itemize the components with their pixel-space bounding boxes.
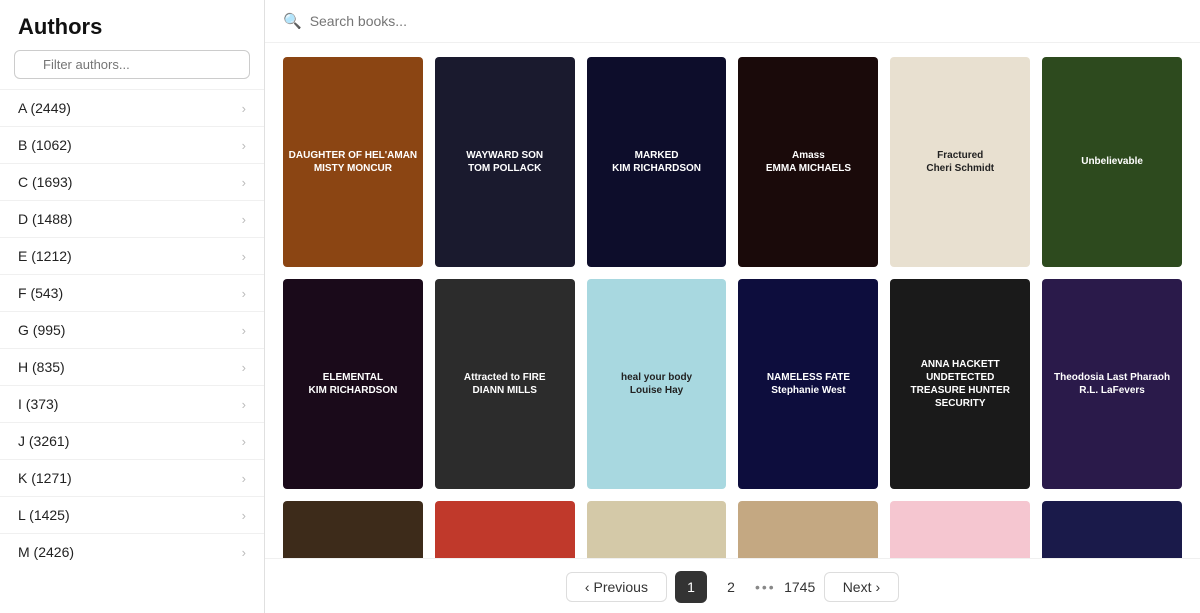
book-cover[interactable]: ELEMENTAL KIM RICHARDSON [283,279,423,489]
author-label: J (3261) [18,433,69,449]
page-last[interactable]: 1745 [784,571,816,603]
author-label: C (1693) [18,174,72,190]
author-label: F (543) [18,285,63,301]
book-cover[interactable]: DAUGHTER OF HEL'AMAN MISTY MONCUR [283,57,423,267]
sidebar-item-m[interactable]: M (2426) › [0,533,264,570]
author-label: G (995) [18,322,65,338]
books-grid: DAUGHTER OF HEL'AMAN MISTY MONCURWAYWARD… [283,57,1182,558]
sidebar-item-l[interactable]: L (1425) › [0,496,264,533]
previous-label: Previous [594,579,648,595]
author-label: I (373) [18,396,58,412]
book-title [587,501,727,558]
book-title: WAYWARD SON TOM POLLACK [435,57,575,267]
page-dots: ••• [755,579,776,595]
chevron-right-icon: › [875,579,880,595]
book-cover[interactable]: Attracted to FIRE DIANN MILLS [435,279,575,489]
sidebar-item-k[interactable]: K (1271) › [0,459,264,496]
book-title: Fractured Cheri Schmidt [890,57,1030,267]
author-label: E (1212) [18,248,72,264]
book-cover[interactable]: Sweet Addiction [890,501,1030,558]
author-label: D (1488) [18,211,72,227]
sidebar-item-e[interactable]: E (1212) › [0,237,264,274]
next-button[interactable]: Next › [824,572,899,602]
book-cover[interactable]: NAMELESS FATE Stephanie West [738,279,878,489]
book-title: MARKED KIM RICHARDSON [587,57,727,267]
chevron-right-icon: › [242,545,246,560]
chevron-right-icon: › [242,323,246,338]
chevron-right-icon: › [242,286,246,301]
book-title: ARAFEL'S SAGA [283,501,423,558]
books-area: DAUGHTER OF HEL'AMAN MISTY MONCURWAYWARD… [265,43,1200,558]
sidebar-item-a[interactable]: A (2449) › [0,89,264,126]
book-cover[interactable] [738,501,878,558]
search-icon: 🔍 [283,12,302,30]
chevron-right-icon: › [242,434,246,449]
pagination: ‹ Previous 1 2 ••• 1745 Next › [265,558,1200,613]
book-cover[interactable]: MARKED KIM RICHARDSON [587,57,727,267]
book-cover[interactable]: To Hold Infinity JOHN MEANEY [1042,501,1182,558]
chevron-right-icon: › [242,397,246,412]
sidebar-item-i[interactable]: I (373) › [0,385,264,422]
chevron-left-icon: ‹ [585,579,590,595]
book-cover[interactable]: ANNA HACKETT UNDETECTED TREASURE HUNTER … [890,279,1030,489]
search-input[interactable] [310,13,1182,29]
book-cover[interactable]: Amass EMMA MICHAELS [738,57,878,267]
book-title [435,501,575,558]
author-label: B (1062) [18,137,72,153]
book-cover[interactable] [435,501,575,558]
chevron-right-icon: › [242,471,246,486]
book-title: Amass EMMA MICHAELS [738,57,878,267]
book-title: Theodosia Last Pharaoh R.L. LaFevers [1042,279,1182,489]
chevron-right-icon: › [242,138,246,153]
chevron-right-icon: › [242,360,246,375]
chevron-right-icon: › [242,175,246,190]
book-cover[interactable]: ARAFEL'S SAGA [283,501,423,558]
chevron-right-icon: › [242,101,246,116]
book-title: Unbelievable [1042,57,1182,267]
author-label: L (1425) [18,507,70,523]
filter-input-wrap: ⚡ [0,50,264,89]
book-cover[interactable]: Fractured Cheri Schmidt [890,57,1030,267]
sidebar: Authors ⚡ A (2449)›B (1062)›C (1693)›D (… [0,0,265,613]
book-title: DAUGHTER OF HEL'AMAN MISTY MONCUR [283,57,423,267]
search-bar: 🔍 [265,0,1200,43]
author-label: A (2449) [18,100,71,116]
sidebar-item-c[interactable]: C (1693) › [0,163,264,200]
book-title: Sweet Addiction [890,501,1030,558]
book-cover[interactable]: Theodosia Last Pharaoh R.L. LaFevers [1042,279,1182,489]
book-cover[interactable] [587,501,727,558]
next-label: Next [843,579,872,595]
book-title: To Hold Infinity JOHN MEANEY [1042,501,1182,558]
book-title: Attracted to FIRE DIANN MILLS [435,279,575,489]
book-title: ELEMENTAL KIM RICHARDSON [283,279,423,489]
book-title: heal your body Louise Hay [587,279,727,489]
chevron-right-icon: › [242,508,246,523]
filter-authors-input[interactable] [14,50,250,79]
sidebar-item-g[interactable]: G (995) › [0,311,264,348]
sidebar-item-j[interactable]: J (3261) › [0,422,264,459]
sidebar-item-b[interactable]: B (1062) › [0,126,264,163]
author-list: A (2449)›B (1062)›C (1693)›D (1488)›E (1… [0,89,264,570]
book-title: ANNA HACKETT UNDETECTED TREASURE HUNTER … [890,279,1030,489]
sidebar-item-h[interactable]: H (835) › [0,348,264,385]
page-2[interactable]: 2 [715,571,747,603]
book-cover[interactable]: heal your body Louise Hay [587,279,727,489]
author-label: H (835) [18,359,65,375]
sidebar-item-d[interactable]: D (1488) › [0,200,264,237]
main-content: 🔍 DAUGHTER OF HEL'AMAN MISTY MONCURWAYWA… [265,0,1200,613]
book-cover[interactable]: Unbelievable [1042,57,1182,267]
sidebar-item-f[interactable]: F (543) › [0,274,264,311]
book-cover[interactable]: WAYWARD SON TOM POLLACK [435,57,575,267]
previous-button[interactable]: ‹ Previous [566,572,667,602]
author-label: M (2426) [18,544,74,560]
book-title: NAMELESS FATE Stephanie West [738,279,878,489]
book-title [738,501,878,558]
page-1[interactable]: 1 [675,571,707,603]
chevron-right-icon: › [242,212,246,227]
chevron-right-icon: › [242,249,246,264]
author-label: K (1271) [18,470,72,486]
sidebar-title: Authors [0,0,264,50]
